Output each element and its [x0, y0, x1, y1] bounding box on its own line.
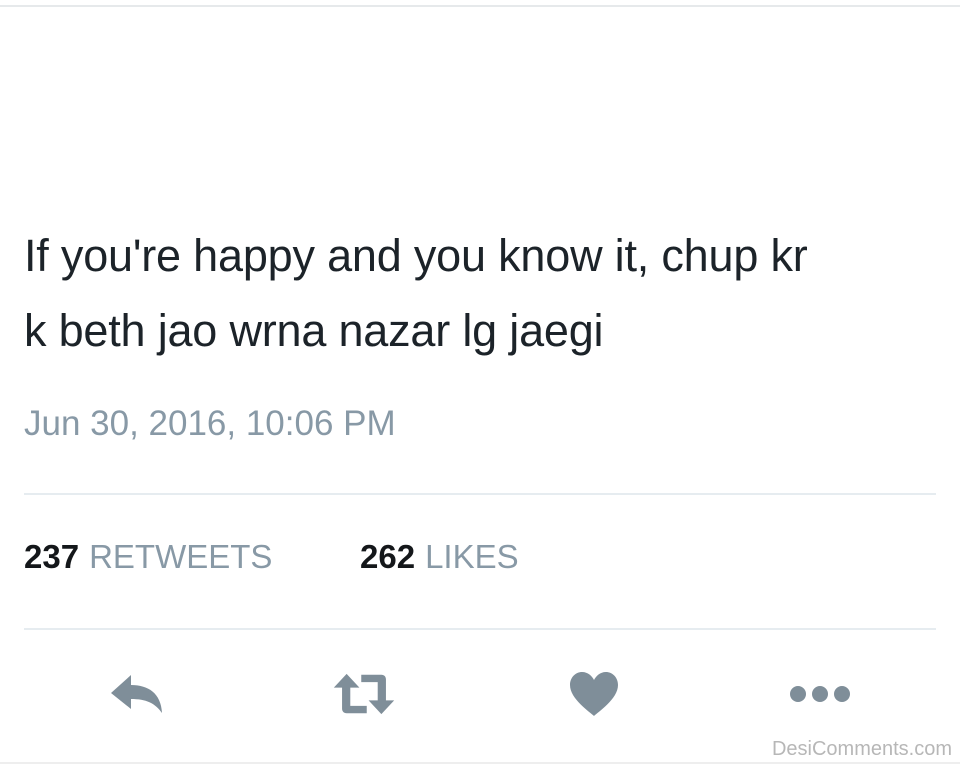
more-button[interactable] — [788, 664, 852, 724]
tweet-timestamp[interactable]: Jun 30, 2016, 10:06 PM — [24, 404, 396, 444]
likes-label: LIKES — [425, 538, 519, 575]
heart-icon — [570, 672, 618, 716]
retweets-stat[interactable]: 237 RETWEETS — [24, 538, 272, 576]
bottom-border — [0, 762, 960, 764]
divider — [24, 493, 936, 495]
reply-button[interactable] — [104, 664, 168, 724]
likes-count: 262 — [360, 538, 416, 575]
more-icon — [790, 686, 850, 702]
top-border — [0, 5, 960, 7]
tweet-text: If you're happy and you know it, chup kr… — [24, 218, 934, 368]
tweet-text-line-2: k beth jao wrna nazar lg jaegi — [24, 305, 604, 356]
divider — [24, 628, 936, 630]
retweet-button[interactable] — [332, 664, 396, 724]
retweets-count: 237 — [24, 538, 80, 575]
reply-icon — [111, 675, 162, 713]
watermark: DesiComments.com — [771, 738, 952, 760]
retweets-label: RETWEETS — [89, 538, 273, 575]
likes-stat[interactable]: 262 LIKES — [360, 538, 519, 576]
retweet-icon — [333, 673, 395, 715]
like-button[interactable] — [562, 664, 626, 724]
tweet-text-line-1: If you're happy and you know it, chup kr — [24, 230, 808, 281]
